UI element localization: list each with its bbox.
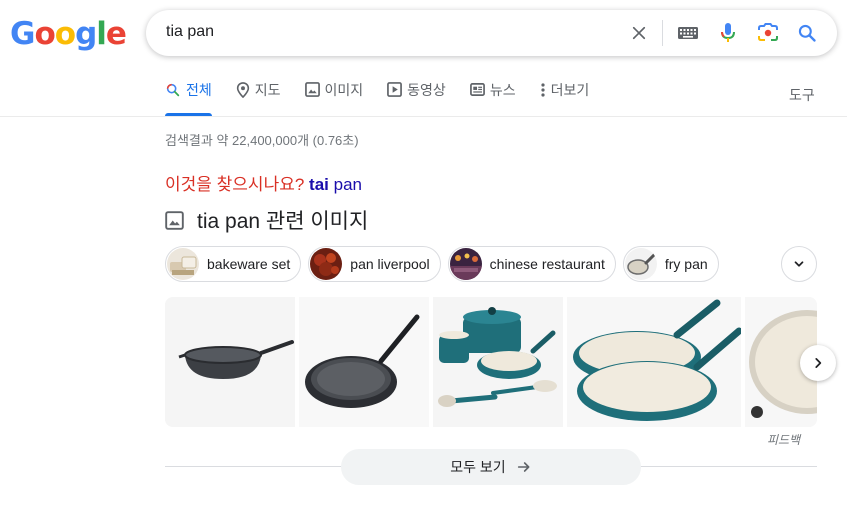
video-icon xyxy=(387,82,403,97)
image-result-skillet[interactable] xyxy=(299,297,429,427)
header-divider xyxy=(0,116,847,117)
logo-letter: e xyxy=(105,16,127,52)
tab-label: 뉴스 xyxy=(489,82,516,98)
tab-images[interactable]: 이미지 xyxy=(304,80,364,116)
logo-letter: G xyxy=(10,16,35,52)
tab-videos[interactable]: 동영상 xyxy=(387,80,446,116)
did-you-mean-link[interactable]: tai pan xyxy=(309,175,362,194)
corrected-rest: pan xyxy=(328,175,362,194)
chevron-down-icon xyxy=(794,261,804,267)
logo-letter: l xyxy=(96,16,107,52)
tools-button[interactable]: 도구 xyxy=(789,85,815,105)
tab-label: 지도 xyxy=(254,82,281,98)
search-icon xyxy=(166,83,180,97)
search-tabs: 전체 지도 이미지 동영상 뉴스 더보기 xyxy=(165,80,613,118)
tab-news[interactable]: 뉴스 xyxy=(469,80,516,116)
chip-label: pan liverpool xyxy=(350,256,430,272)
chip-thumbnail xyxy=(167,248,199,280)
search-input[interactable] xyxy=(166,23,586,41)
chip-label: chinese restaurant xyxy=(489,256,605,272)
chip-pan-liverpool[interactable]: pan liverpool xyxy=(308,246,441,282)
map-pin-icon xyxy=(236,82,249,98)
did-you-mean-label: 이것을 찾으시나요? xyxy=(165,175,305,194)
tab-more[interactable]: 더보기 xyxy=(540,80,590,116)
image-result-frying-pans[interactable] xyxy=(567,297,741,427)
clear-icon[interactable] xyxy=(627,21,651,45)
chip-fry-pan[interactable]: fry pan xyxy=(622,246,719,282)
tab-label: 이미지 xyxy=(324,82,364,98)
tab-label: 전체 xyxy=(186,82,212,98)
chip-label: fry pan xyxy=(664,256,708,272)
expand-chips-button[interactable] xyxy=(781,246,817,282)
result-stats: 검색결과 약 22,400,000개 (0.76초) xyxy=(165,133,359,148)
logo-letter: o xyxy=(54,16,76,52)
mic-icon[interactable] xyxy=(716,21,740,45)
google-search-page: Google 전체 지도 이미지 xyxy=(0,0,847,518)
chip-label: bakeware set xyxy=(207,256,291,272)
next-images-button[interactable] xyxy=(800,345,836,381)
tab-label: 동영상 xyxy=(407,82,446,98)
chip-bakeware-set[interactable]: bakeware set xyxy=(165,246,302,282)
see-all-label: 모두 보기 xyxy=(450,459,506,475)
search-box xyxy=(146,10,837,56)
image-icon xyxy=(304,82,320,97)
refinement-chips: bakeware set pan liverpool chinese resta… xyxy=(165,246,726,282)
more-dots-icon xyxy=(540,83,545,97)
chevron-right-icon xyxy=(815,358,822,368)
news-icon xyxy=(469,83,485,96)
tab-all[interactable]: 전체 xyxy=(165,80,212,116)
chip-thumbnail xyxy=(449,248,482,280)
did-you-mean: 이것을 찾으시나요? tai pan xyxy=(165,170,362,195)
corrected-term: tai xyxy=(309,175,329,194)
image-result-wok[interactable] xyxy=(165,297,295,427)
image-icon xyxy=(165,210,184,230)
image-results-row xyxy=(165,297,817,427)
tab-label: 더보기 xyxy=(550,82,590,98)
chip-thumbnail xyxy=(624,248,657,280)
camera-lens-icon[interactable] xyxy=(756,21,780,45)
keyboard-icon[interactable] xyxy=(676,21,700,45)
see-all-button[interactable]: 모두 보기 xyxy=(341,449,641,485)
arrow-right-icon xyxy=(517,462,530,472)
chip-thumbnail xyxy=(310,248,343,280)
tab-maps[interactable]: 지도 xyxy=(236,80,281,116)
feedback-link[interactable]: 피드백 xyxy=(767,431,800,448)
images-heading-text: tia pan 관련 이미지 xyxy=(197,210,369,233)
logo-letter: g xyxy=(75,16,97,52)
search-submit-icon[interactable] xyxy=(795,21,819,45)
logo-letter: o xyxy=(34,16,55,52)
google-logo[interactable]: Google xyxy=(10,16,127,52)
images-heading: tia pan 관련 이미지 xyxy=(165,205,368,235)
chip-chinese-restaurant[interactable]: chinese restaurant xyxy=(447,246,616,282)
search-divider xyxy=(662,20,663,46)
image-result-cookware-set[interactable] xyxy=(433,297,563,427)
